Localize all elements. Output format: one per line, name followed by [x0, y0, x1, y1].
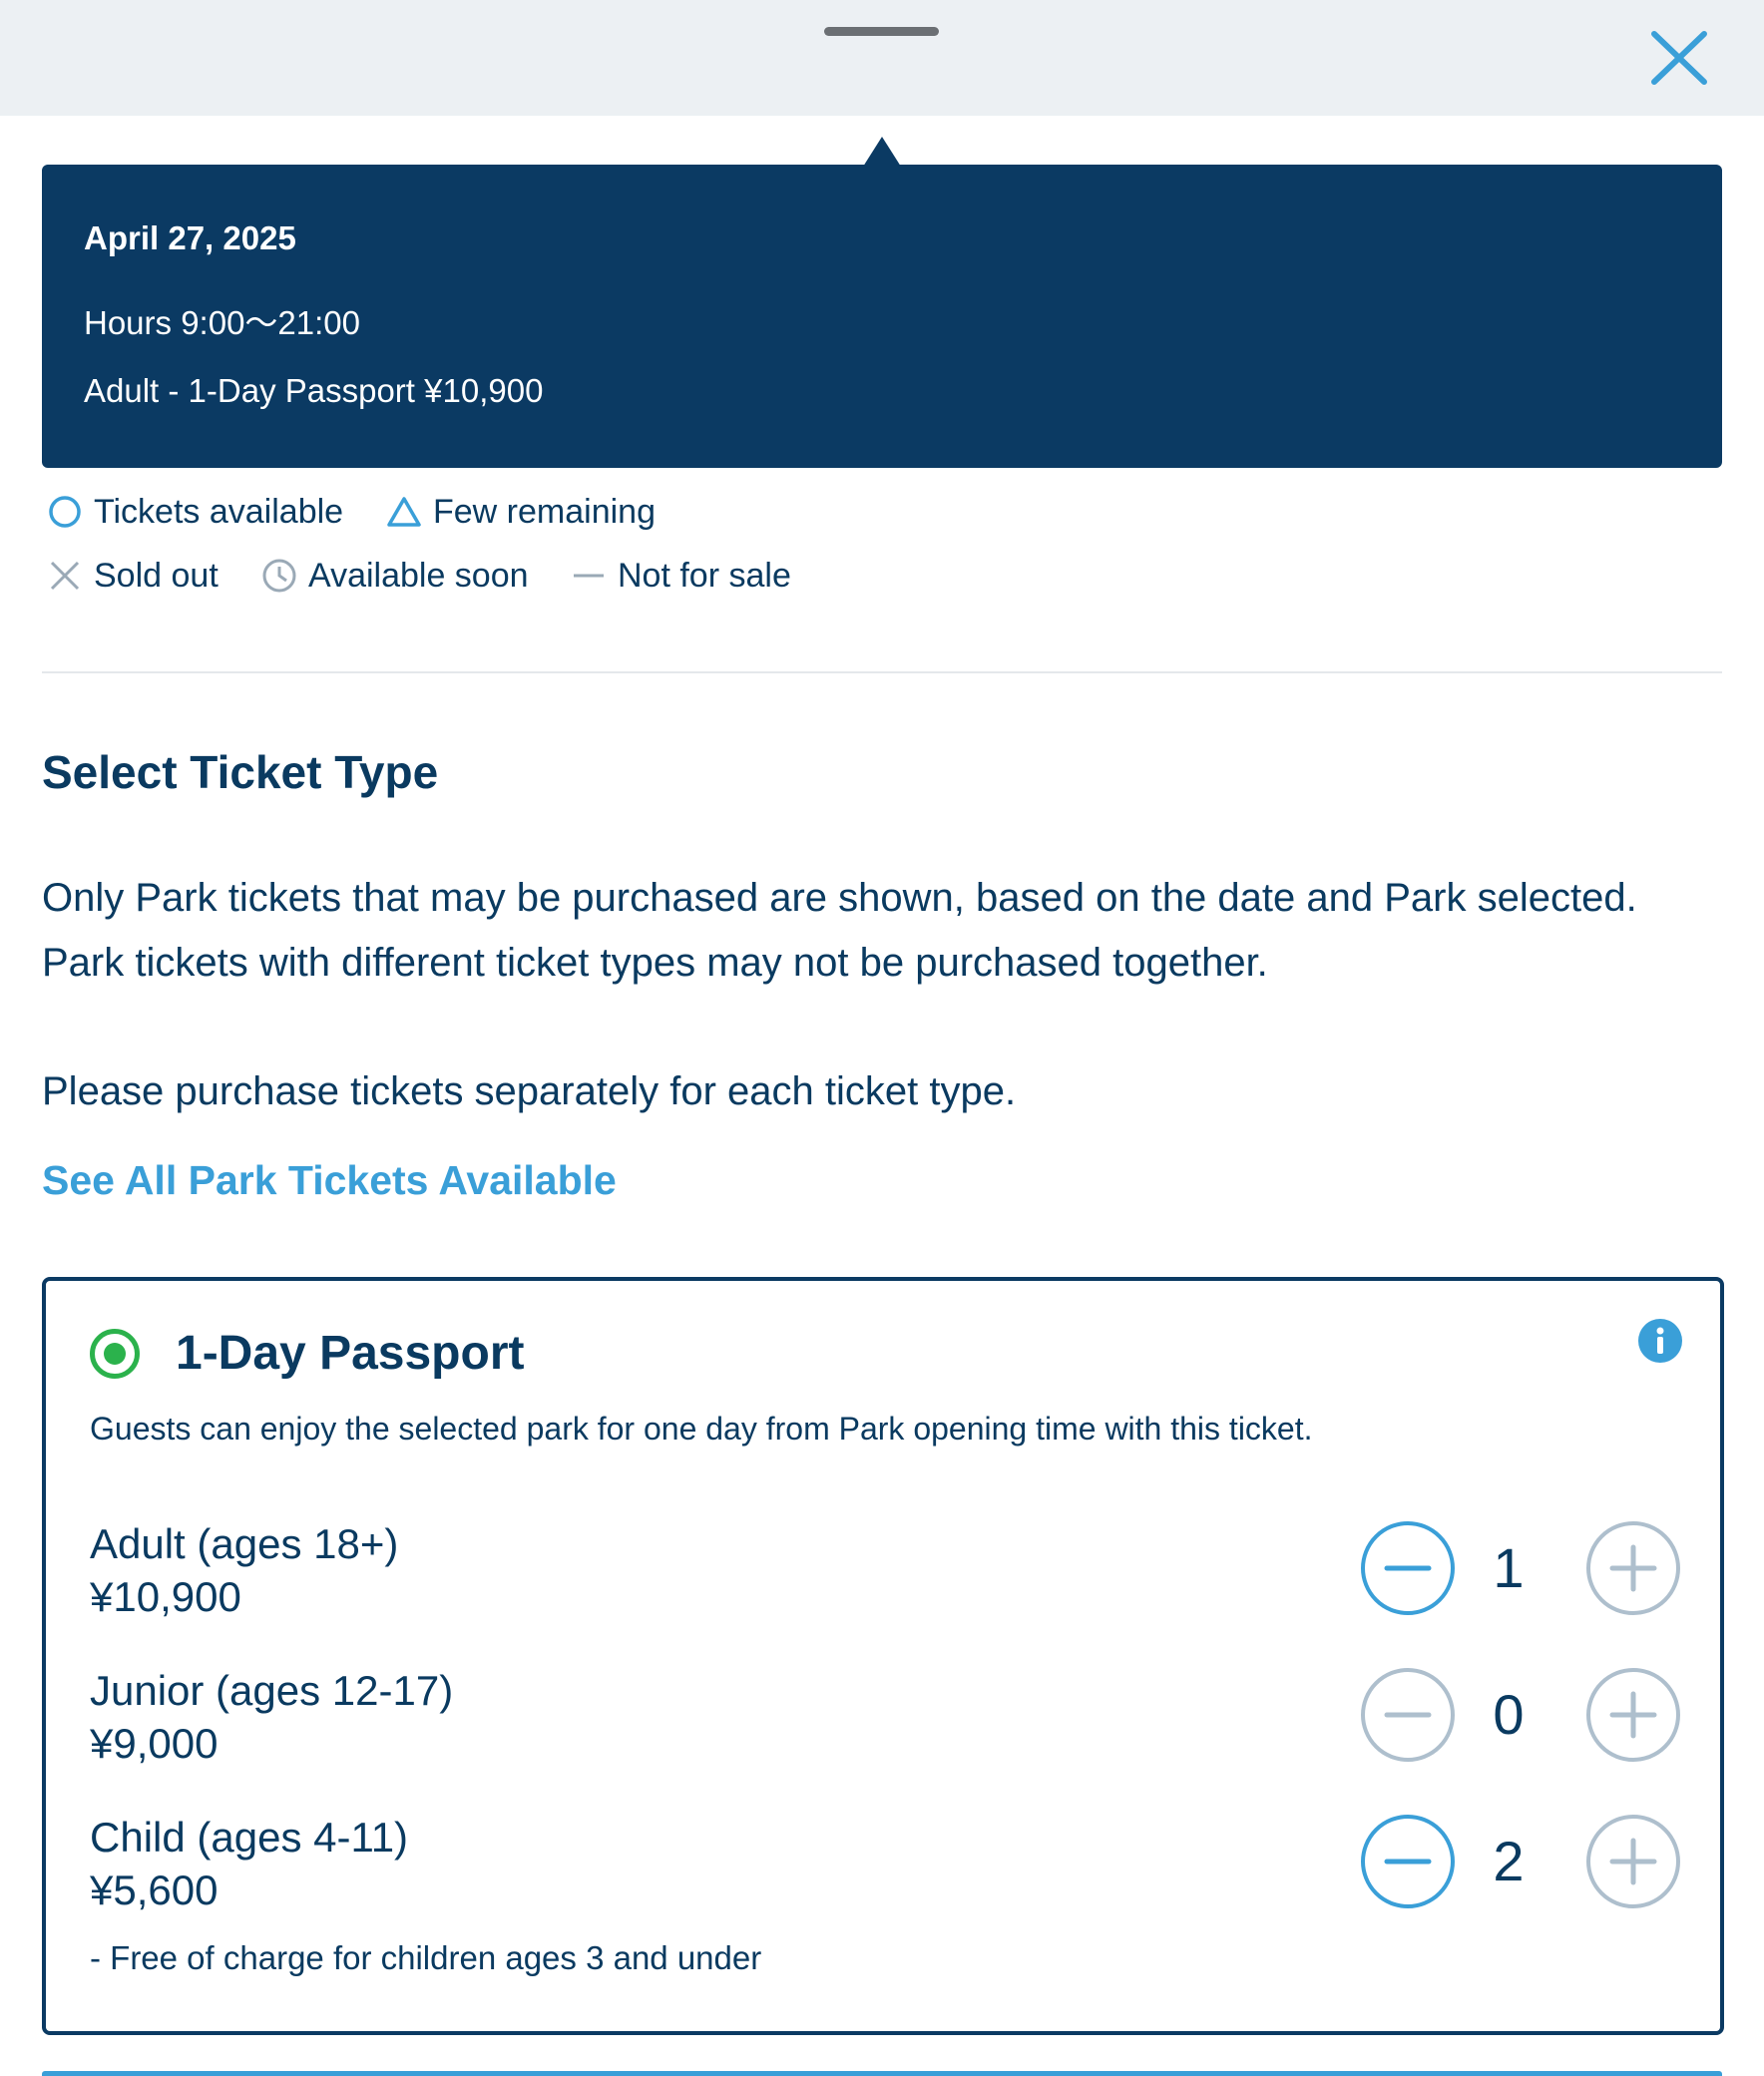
close-icon [1651, 31, 1707, 85]
legend-available-soon: Available soon [260, 554, 529, 598]
close-button[interactable] [1646, 28, 1712, 88]
info-text-line-2: Park tickets with different ticket types… [42, 941, 1268, 985]
decrease-junior-button[interactable] [1361, 1668, 1455, 1762]
legend-label: Not for sale [618, 556, 791, 595]
ticket-price-summary: Adult - 1-Day Passport ¥10,900 [84, 372, 544, 409]
ticket-row-price: ¥9,000 [90, 1720, 219, 1767]
increase-junior-button[interactable] [1586, 1668, 1680, 1762]
drag-handle-icon[interactable] [824, 27, 939, 36]
dash-icon [570, 557, 608, 595]
decrease-adult-button[interactable] [1361, 1521, 1455, 1615]
plus-icon [1609, 1691, 1657, 1739]
park-hours: Hours 9:00〜21:00 [84, 304, 361, 341]
next-card-edge [42, 2071, 1722, 2076]
plus-icon [1609, 1544, 1657, 1592]
free-children-note: - Free of charge for children ages 3 and… [90, 1939, 762, 1976]
ticket-row-label: Junior (ages 12-17) [90, 1667, 454, 1714]
legend-sold-out: Sold out [46, 554, 219, 598]
sheet-header [0, 0, 1764, 116]
minus-icon [1384, 1712, 1432, 1718]
legend-label: Tickets available [94, 492, 344, 531]
ticket-type-radio[interactable] [90, 1329, 140, 1379]
decrease-child-button[interactable] [1361, 1815, 1455, 1908]
ticket-type-card[interactable]: 1-Day Passport Guests can enjoy the sele… [42, 1277, 1724, 2035]
selected-date: April 27, 2025 [84, 219, 296, 256]
info-text-line-1: Only Park tickets that may be purchased … [42, 876, 1637, 920]
minus-icon [1384, 1859, 1432, 1865]
info-icon[interactable] [1638, 1319, 1682, 1363]
section-title: Select Ticket Type [42, 746, 439, 798]
legend-label: Available soon [308, 556, 529, 595]
ticket-row-label: Child (ages 4-11) [90, 1814, 409, 1861]
junior-quantity: 0 [1493, 1683, 1525, 1746]
info-text-line-3: Please purchase tickets separately for e… [42, 1069, 1017, 1113]
child-quantity: 2 [1493, 1830, 1525, 1892]
section-divider [42, 671, 1722, 673]
ticket-row-price: ¥10,900 [90, 1573, 241, 1620]
panel-pointer [863, 137, 901, 167]
adult-quantity: 1 [1493, 1536, 1525, 1599]
clock-icon [260, 557, 298, 595]
increase-child-button[interactable] [1586, 1815, 1680, 1908]
increase-adult-button[interactable] [1586, 1521, 1680, 1615]
triangle-icon [385, 493, 423, 531]
legend-label: Sold out [94, 556, 219, 595]
plus-icon [1609, 1838, 1657, 1885]
see-all-tickets-link[interactable]: See All Park Tickets Available [42, 1157, 617, 1204]
radio-selected-dot [104, 1343, 126, 1365]
legend-label: Few remaining [433, 492, 656, 531]
circle-icon [46, 493, 84, 531]
legend-tickets-available: Tickets available [46, 490, 343, 534]
legend-few-remaining: Few remaining [385, 490, 656, 534]
ticket-type-description: Guests can enjoy the selected park for o… [90, 1411, 1313, 1447]
ticket-row-label: Adult (ages 18+) [90, 1520, 399, 1567]
cross-icon [46, 557, 84, 595]
date-info-panel: April 27, 2025 Hours 9:00〜21:00 Adult - … [42, 165, 1722, 468]
legend-not-for-sale: Not for sale [570, 554, 791, 598]
ticket-type-title: 1-Day Passport [176, 1327, 525, 1380]
ticket-row-price: ¥5,600 [90, 1867, 219, 1913]
minus-icon [1384, 1565, 1432, 1571]
